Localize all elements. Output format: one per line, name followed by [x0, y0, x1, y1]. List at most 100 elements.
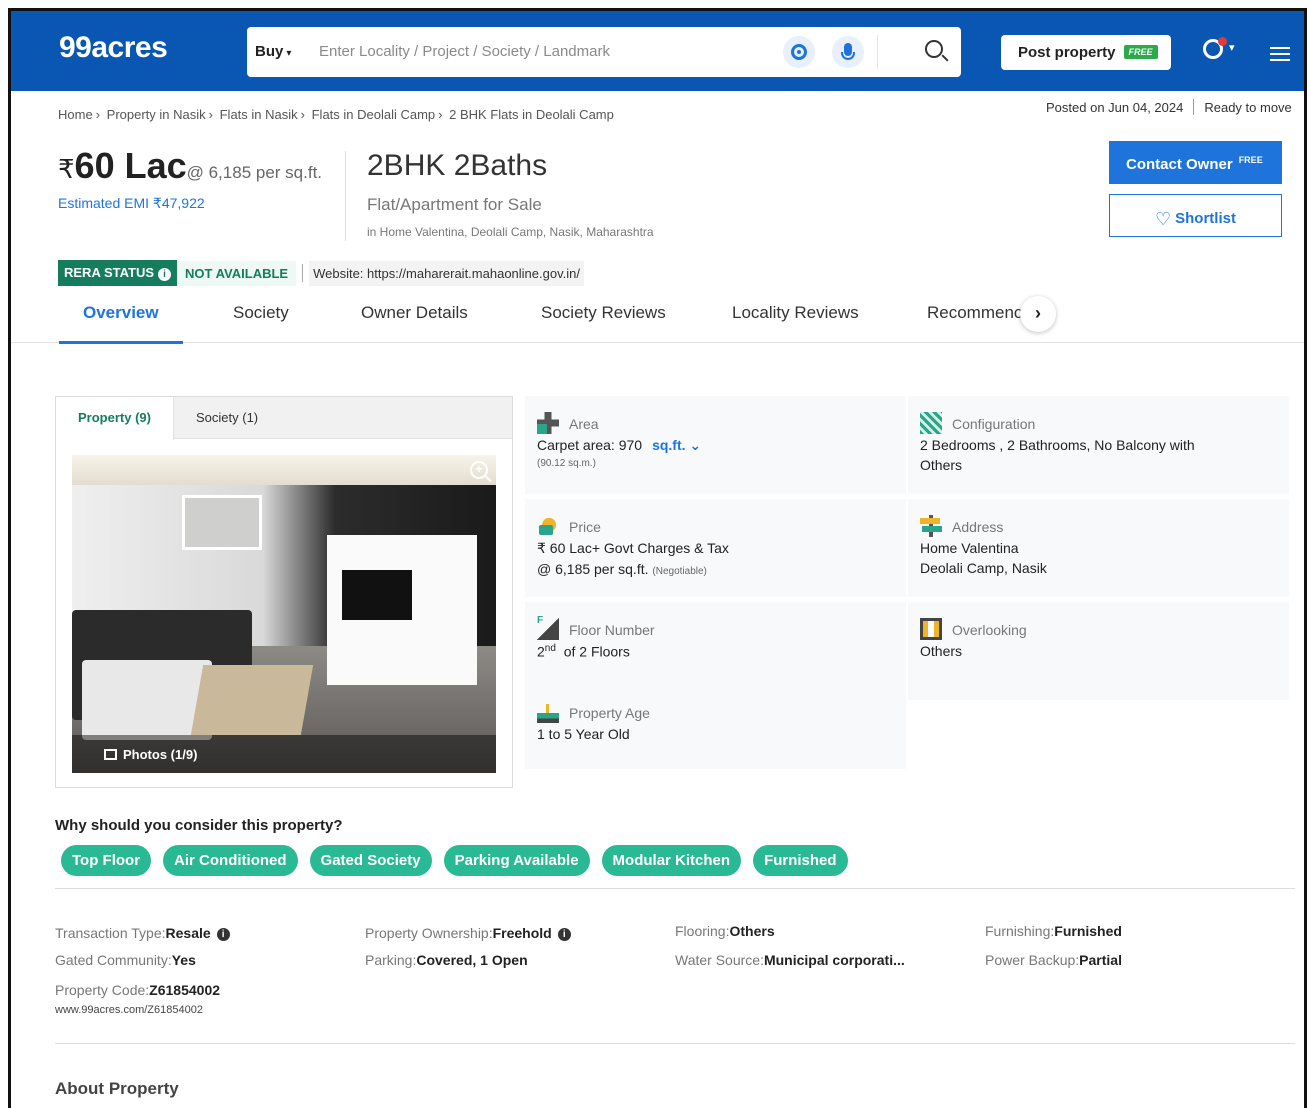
tab-locality-reviews[interactable]: Locality Reviews	[732, 303, 859, 343]
photo-table	[190, 665, 314, 735]
chip-furnished: Furnished	[753, 845, 848, 876]
fact-key: Property Code	[55, 982, 146, 998]
area-sqm: (90.12 sq.m.)	[537, 458, 596, 469]
overlooking-label: Overlooking	[952, 622, 1027, 638]
chevron-down-icon: ▾	[286, 48, 292, 59]
detail-property-age: Property Age 1 to 5 Year Old	[525, 685, 906, 769]
detail-label: Property Age	[537, 701, 894, 723]
breadcrumb-property-in-nasik[interactable]: Property in Nasik	[107, 107, 206, 122]
tab-society[interactable]: Society	[233, 303, 289, 343]
highlight-chips: Top Floor Air Conditioned Gated Society …	[61, 845, 860, 876]
photo-tabs: Property (9) Society (1)	[56, 397, 512, 440]
fact-furnishing: Furnishing:Furnished	[985, 923, 1122, 939]
divider	[55, 1043, 1295, 1044]
post-property-button[interactable]: Post property FREE	[1001, 35, 1171, 70]
divider	[55, 888, 1295, 889]
detail-address: Address Home Valentina Deolali Camp, Nas…	[908, 499, 1289, 597]
divider	[1193, 99, 1195, 115]
emi-link[interactable]: Estimated EMI ₹47,922	[58, 195, 205, 212]
zoom-in-icon[interactable]: +	[470, 461, 488, 479]
search-input[interactable]: Enter Locality / Project / Society / Lan…	[319, 43, 610, 60]
chip-gated-society: Gated Society	[309, 845, 432, 876]
fact-value: Z61854002	[149, 982, 221, 998]
address-label: Address	[952, 519, 1004, 535]
floor-number: 2	[537, 643, 545, 660]
posted-date: Posted on Jun 04, 2024	[1046, 100, 1184, 115]
voice-search-button[interactable]	[832, 36, 864, 68]
photo-tab-society[interactable]: Society (1)	[196, 397, 258, 439]
fact-value: Furnished	[1054, 923, 1122, 939]
about-property-heading: About Property	[55, 1079, 179, 1098]
breadcrumb: Home › Property in Nasik › Flats in Nasik ›…	[58, 107, 614, 122]
breadcrumb-flats-in-deolali-camp[interactable]: Flats in Deolali Camp	[312, 107, 436, 122]
price-per-sqft: @ 6,185 per sq.ft.	[186, 163, 323, 182]
locate-me-button[interactable]	[783, 36, 815, 68]
contact-owner-button[interactable]: Contact Owner FREE	[1109, 141, 1282, 184]
signpost-icon	[920, 515, 942, 537]
search-bar: Buy ▾ Enter Locality / Project / Society …	[247, 27, 961, 77]
total-floors: of 2 Floors	[563, 643, 630, 660]
breadcrumb-flats-in-nasik[interactable]: Flats in Nasik	[220, 107, 298, 122]
tab-overview[interactable]: Overview	[59, 303, 183, 344]
photo-tab-property[interactable]: Property (9)	[56, 397, 174, 440]
search-icon[interactable]	[925, 40, 943, 58]
fact-key: Parking	[365, 952, 413, 968]
breadcrumb-home[interactable]: Home	[58, 107, 93, 122]
shortlist-label: Shortlist	[1175, 210, 1236, 227]
tab-recommendations[interactable]: Recommenc	[927, 303, 1022, 343]
price-tag-icon	[537, 515, 559, 537]
fact-value: Partial	[1079, 952, 1122, 968]
price-per-sqft-line: @ 6,185 per sq.ft. (Negotiable)	[537, 561, 894, 577]
rera-website: Website: https://maharerait.mahaonline.g…	[309, 260, 584, 286]
breadcrumb-separator: ›	[208, 107, 213, 122]
why-consider-title: Why should you consider this property?	[55, 817, 343, 834]
breadcrumb-separator: ›	[95, 107, 101, 122]
detail-label: Overlooking	[920, 618, 1277, 640]
detail-overlooking: Overlooking Others	[908, 602, 1289, 700]
chevron-right-icon: ›	[1035, 303, 1041, 323]
photo-ceiling	[72, 455, 496, 485]
fact-value: Resale	[165, 925, 211, 941]
fact-key: Power Backup	[985, 952, 1076, 968]
divider	[345, 151, 346, 241]
rera-badge[interactable]: RERA STATUS i	[58, 260, 178, 286]
chip-top-floor: Top Floor	[61, 845, 152, 876]
area-unit-dropdown[interactable]: sq.ft. ⌄	[652, 437, 701, 453]
fact-value: Freehold	[492, 925, 552, 941]
fact-value: Yes	[171, 952, 196, 968]
search-mode-dropdown[interactable]: Buy ▾	[255, 43, 291, 60]
info-icon[interactable]: i	[216, 928, 230, 941]
carpet-area: Carpet area: 970	[537, 437, 643, 453]
info-icon: i	[158, 268, 172, 281]
price-value: 60 Lac	[74, 145, 187, 186]
shortlist-button[interactable]: ♡ Shortlist	[1109, 194, 1282, 237]
contact-owner-label: Contact Owner	[1126, 156, 1233, 173]
hamburger-menu-icon[interactable]	[1270, 47, 1290, 61]
tab-owner-details[interactable]: Owner Details	[361, 303, 468, 343]
info-icon[interactable]: i	[557, 928, 571, 941]
fact-key: Transaction Type	[55, 925, 162, 941]
fact-flooring: Flooring:Others	[675, 923, 775, 939]
tab-society-reviews[interactable]: Society Reviews	[541, 303, 666, 343]
fact-property-code: Property Code:Z61854002	[55, 982, 220, 998]
divider	[302, 264, 304, 282]
logo[interactable]: 99acres	[59, 31, 168, 65]
search-mode-label: Buy	[255, 43, 284, 60]
property-photo[interactable]: + Photos (1/9)	[72, 455, 496, 773]
tabs-next-button[interactable]: ›	[1020, 296, 1056, 332]
post-property-label: Post property	[1018, 44, 1116, 61]
configuration-value: 2 Bedrooms , 2 Bathrooms, No Balcony wit…	[920, 437, 1195, 453]
cake-icon	[537, 701, 559, 723]
fact-value: Municipal corporati...	[763, 952, 905, 968]
price-per-sqft-value: @ 6,185 per sq.ft.	[537, 561, 649, 577]
top-navbar: 99acres Buy ▾ Enter Locality / Project / …	[11, 11, 1304, 91]
user-menu[interactable]: ▾	[1201, 37, 1235, 67]
photo-count[interactable]: Photos (1/9)	[104, 747, 197, 762]
breadcrumb-current[interactable]: 2 BHK Flats in Deolali Camp	[449, 107, 614, 122]
fact-parking: Parking:Covered, 1 Open	[365, 952, 528, 968]
fact-key: Water Source	[675, 952, 761, 968]
free-badge: FREE	[1238, 155, 1263, 165]
property-age-label: Property Age	[569, 705, 650, 721]
detail-configuration: Configuration 2 Bedrooms , 2 Bathrooms, …	[908, 396, 1289, 494]
chip-parking-available: Parking Available	[443, 845, 590, 876]
